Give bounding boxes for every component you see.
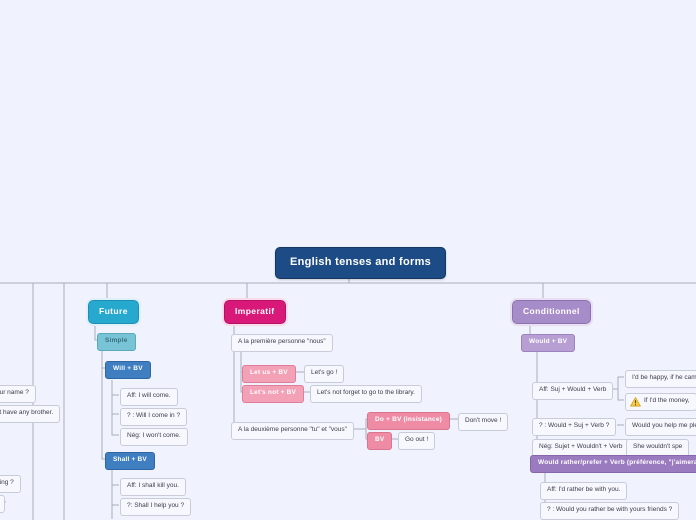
node-will-plus-bv[interactable]: Will + BV <box>105 361 151 379</box>
leaf-dont-move[interactable]: Don't move ! <box>458 413 509 431</box>
node-conditional-affirmative[interactable]: Aff: Suj + Would + Verb <box>532 382 614 400</box>
leaf-shall-affirmative[interactable]: Aff: I shall kill you. <box>120 478 186 496</box>
leaf-clipped-what-is-your-name[interactable]: at is your name ? <box>0 385 36 403</box>
branch-future[interactable]: Future <box>86 298 141 326</box>
leaf-id-rather-be-with-you[interactable]: Aff: I'd rather be with you. <box>540 482 628 500</box>
node-let-us-plus-bv[interactable]: Let us + BV <box>242 365 296 383</box>
leaf-shall-question[interactable]: ?: Shall I help you ? <box>120 498 192 516</box>
leaf-clipped-ring[interactable]: ring. <box>0 495 5 513</box>
leaf-lets-go[interactable]: Let's go ! <box>304 365 345 383</box>
node-conditional-question[interactable]: ? : Would + Suj + Verb ? <box>532 418 617 436</box>
node-would-rather-prefer[interactable]: Would rather/prefer + Verb (préférence, … <box>530 455 696 473</box>
leaf-clipped-what-are-you-doing[interactable]: u doing ? <box>0 475 21 493</box>
node-would-plus-bv[interactable]: Would + BV <box>521 334 576 352</box>
leaf-would-you-rather-friends[interactable]: ? : Would you rather be with yours frien… <box>540 502 680 520</box>
leaf-will-affirmative[interactable]: Aff: I will come. <box>120 388 178 406</box>
node-shall-plus-bv[interactable]: Shall + BV <box>105 452 155 470</box>
node-bv[interactable]: BV <box>367 432 393 450</box>
node-future-simple[interactable]: Simple <box>97 333 136 351</box>
node-lets-not-plus-bv[interactable]: Let's not + BV <box>242 385 305 403</box>
leaf-will-question[interactable]: ? : Will I come in ? <box>120 408 188 426</box>
leaf-will-negative[interactable]: Nég: I won't come. <box>120 428 188 446</box>
leaf-if-id-the-money-label: If I'd the money, <box>644 397 690 404</box>
leaf-would-you-help-me[interactable]: Would you help me ple <box>625 418 696 436</box>
leaf-id-be-happy[interactable]: I'd be happy, if he cam <box>625 370 696 388</box>
leaf-go-out[interactable]: Go out ! <box>398 432 436 450</box>
leaf-clipped-no-brother[interactable]: e doesn't have any brother. <box>0 405 61 423</box>
mindmap-canvas: English tenses and forms Future Simple W… <box>0 0 696 520</box>
leaf-lets-not-forget[interactable]: Let's not forget to go to the library. <box>310 385 422 403</box>
node-conditional-negative[interactable]: Nég: Sujet + Wouldn't + Verb <box>532 439 630 457</box>
leaf-if-id-the-money[interactable]: If I'd the money, <box>625 393 696 411</box>
warning-icon <box>630 396 641 407</box>
branch-imperatif[interactable]: Imperatif <box>222 298 288 326</box>
branch-conditionnel[interactable]: Conditionnel <box>510 298 593 326</box>
node-premiere-personne[interactable]: A la première personne "nous" <box>231 334 333 352</box>
leaf-she-wouldnt-speak[interactable]: She wouldn't spe <box>626 439 690 457</box>
root-node[interactable]: English tenses and forms <box>275 247 447 279</box>
node-deuxieme-personne[interactable]: A la deuxième personne "tu" et "vous" <box>231 422 354 440</box>
node-do-plus-bv-insistance[interactable]: Do + BV (insistance) <box>367 412 451 430</box>
